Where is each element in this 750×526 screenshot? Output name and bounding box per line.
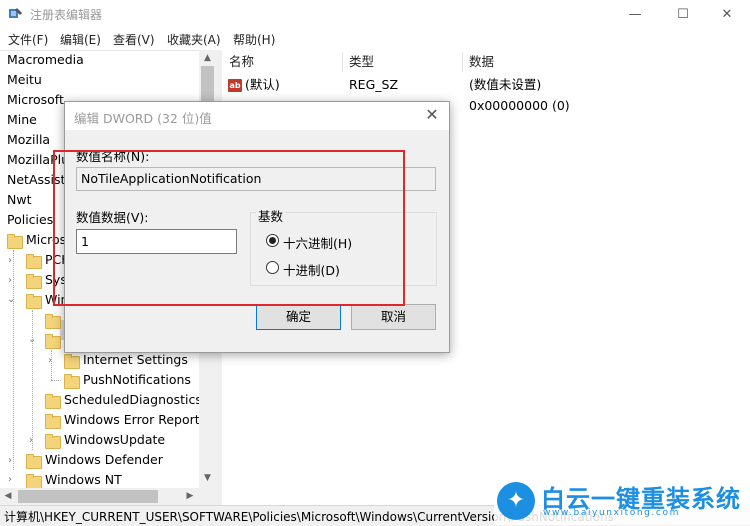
tree-horizontal-scroll-thumb[interactable] [18, 490, 158, 503]
ok-button[interactable]: 确定 [256, 304, 341, 330]
tree-line [13, 250, 14, 470]
column-header-data[interactable]: 数据 [469, 52, 494, 72]
chevron-right-icon[interactable]: › [8, 275, 12, 286]
tree-item-internet-settings[interactable]: Internet Settings [83, 350, 188, 370]
folder-icon [64, 354, 80, 369]
folder-icon [26, 294, 42, 309]
tree-item-policies[interactable]: Policies [7, 210, 53, 230]
maximize-button[interactable]: ☐ [660, 0, 706, 28]
chevron-down-icon[interactable]: ⌄ [28, 334, 36, 345]
folder-icon [26, 274, 42, 289]
column-separator[interactable] [342, 52, 343, 72]
tree-item-pushnotifications[interactable]: PushNotifications [83, 370, 191, 390]
tree-item-mine[interactable]: Mine [7, 110, 37, 130]
value-type: REG_SZ [349, 77, 399, 92]
tree-item-windowsupdate[interactable]: WindowsUpdate [64, 430, 165, 450]
value-data: (数值未设置) [469, 77, 542, 92]
menu-favorites[interactable]: 收藏夹(A) [167, 31, 221, 48]
tree-item-windows-nt[interactable]: Windows NT [45, 470, 122, 490]
column-header-type[interactable]: 类型 [349, 52, 374, 72]
folder-icon [45, 314, 61, 329]
scroll-up-icon[interactable]: ▲ [199, 50, 216, 66]
value-name[interactable]: (默认) [245, 75, 280, 95]
folder-icon [45, 334, 61, 349]
menu-view[interactable]: 查看(V) [113, 31, 155, 48]
scroll-right-icon[interactable]: ▶ [182, 488, 198, 505]
minimize-button[interactable]: — [612, 0, 658, 28]
chevron-right-icon[interactable]: › [29, 435, 33, 446]
folder-icon [7, 234, 23, 249]
tree-item-nwt[interactable]: Nwt [7, 190, 31, 210]
tree-item-windows-defender[interactable]: Windows Defender [45, 450, 163, 470]
menu-file[interactable]: 文件(F) [8, 31, 48, 48]
menu-edit[interactable]: 编辑(E) [60, 31, 101, 48]
red-highlight-box [53, 150, 405, 306]
folder-icon [45, 414, 61, 429]
dialog-close-button[interactable]: ✕ [420, 104, 444, 126]
chevron-right-icon[interactable]: › [48, 355, 52, 366]
tree-item-scheduleddiagnostics[interactable]: ScheduledDiagnostics [64, 390, 202, 410]
tree-item-meitu[interactable]: Meitu [7, 70, 42, 90]
folder-icon [64, 374, 80, 389]
value-data: 0x00000000 (0) [469, 98, 570, 113]
tree-item-mozilla[interactable]: Mozilla [7, 130, 50, 150]
chevron-right-icon[interactable]: › [8, 455, 12, 466]
window-title: 注册表编辑器 [30, 8, 103, 22]
dialog-title: 编辑 DWORD (32 位)值 [74, 111, 212, 126]
string-value-icon: ab [228, 79, 242, 92]
cancel-button[interactable]: 取消 [351, 304, 436, 330]
tree-item-windows-error-reporting[interactable]: Windows Error Reporti [64, 410, 203, 430]
tree-item-macromedia[interactable]: Macromedia [7, 50, 84, 70]
regedit-icon [9, 8, 22, 18]
tree-line [51, 380, 61, 381]
chevron-down-icon[interactable]: ⌄ [7, 294, 15, 305]
tree-item-microsoft[interactable]: Microsoft [7, 90, 64, 110]
column-separator[interactable] [462, 52, 463, 72]
chevron-right-icon[interactable]: › [8, 255, 12, 266]
scroll-down-icon[interactable]: ▼ [199, 470, 216, 486]
menu-help[interactable]: 帮助(H) [233, 31, 275, 48]
watermark-url: www.baiyunxitong.com [543, 508, 680, 518]
bird-logo-icon: ✦ [497, 482, 535, 520]
chevron-right-icon[interactable]: › [8, 474, 12, 485]
folder-icon [26, 454, 42, 469]
folder-icon [45, 434, 61, 449]
column-header-name[interactable]: 名称 [229, 52, 254, 72]
scroll-left-icon[interactable]: ◀ [0, 488, 16, 505]
tree-line [32, 310, 33, 450]
folder-icon [45, 394, 61, 409]
close-button[interactable]: ✕ [704, 0, 750, 28]
folder-icon [26, 254, 42, 269]
